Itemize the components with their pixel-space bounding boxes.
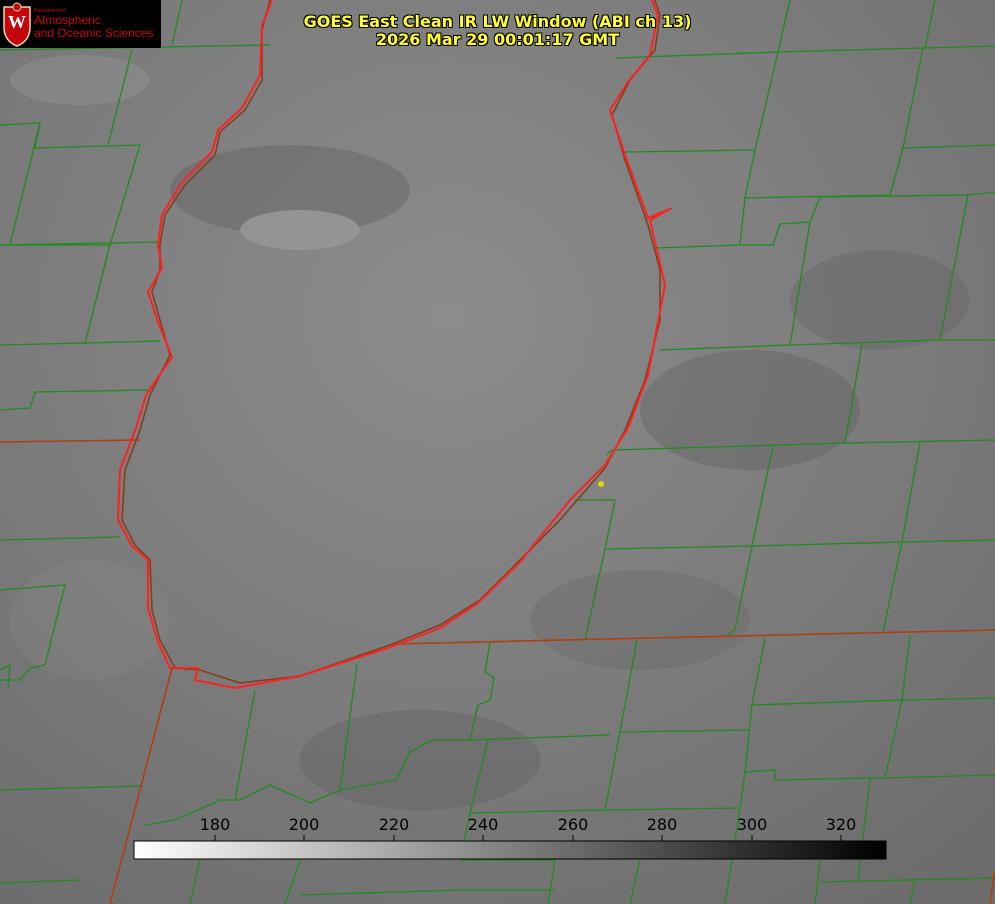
colorbar-label: 300 xyxy=(736,815,768,834)
colorbar-label: 220 xyxy=(378,815,410,834)
colorbar-label: 200 xyxy=(288,815,320,834)
image-timestamp: 2026 Mar 29 00:01:17 GMT xyxy=(375,30,620,49)
image-title: GOES East Clean IR LW Window (ABI ch 13) xyxy=(303,12,692,31)
colorbar-label: 180 xyxy=(199,815,231,834)
colorbar-label: 240 xyxy=(467,815,499,834)
colorbar-label: 280 xyxy=(646,815,678,834)
location-marker xyxy=(598,481,604,487)
colorbar-label: 320 xyxy=(825,815,857,834)
colorbar-label: 260 xyxy=(557,815,589,834)
satellite-image xyxy=(0,0,995,904)
colorbar xyxy=(133,840,887,860)
